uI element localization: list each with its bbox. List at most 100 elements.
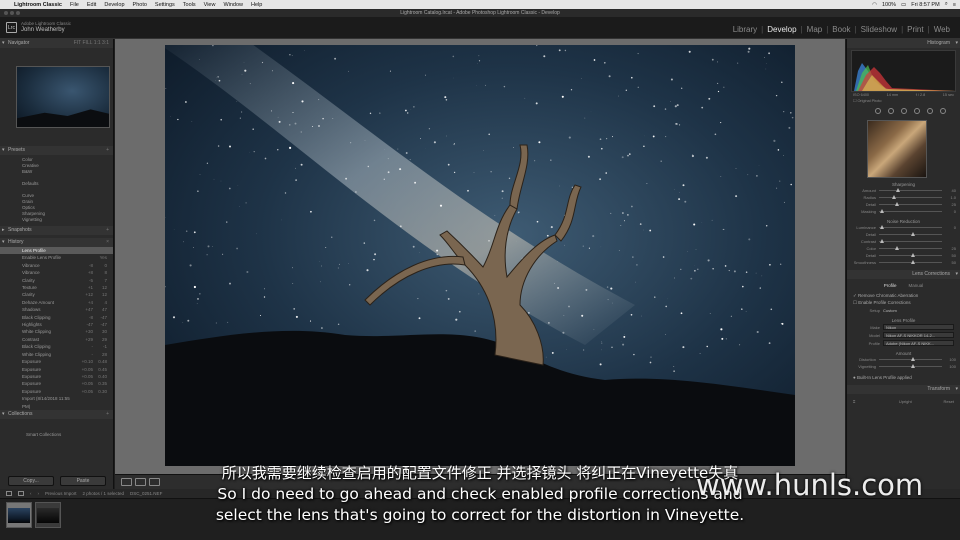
main-photo[interactable] <box>165 45 795 466</box>
tab-profile[interactable]: Profile <box>884 283 897 288</box>
forward-arrow-icon[interactable]: › <box>38 491 40 496</box>
menu-window[interactable]: Window <box>223 2 243 8</box>
slider-track[interactable] <box>879 195 942 199</box>
menu-tools[interactable]: Tools <box>183 2 196 8</box>
close-window-button[interactable] <box>4 11 8 15</box>
slider-track[interactable] <box>879 209 942 213</box>
slider-handle[interactable] <box>894 246 899 250</box>
paste-button[interactable]: Paste <box>60 476 106 486</box>
add-preset-icon[interactable]: + <box>106 146 109 155</box>
menu-photo[interactable]: Photo <box>133 2 147 8</box>
slider-track[interactable] <box>879 260 942 264</box>
slider-value[interactable]: 25 <box>942 246 956 251</box>
history-step[interactable]: Exposure +0.05 0.30 <box>0 388 113 395</box>
snapshots-header[interactable]: Snapshots + <box>0 226 113 235</box>
filmstrip-thumb-2[interactable] <box>35 502 61 528</box>
history-header[interactable]: History × <box>0 238 113 247</box>
history-step[interactable]: Contrast +29 29 <box>0 336 113 343</box>
minimize-window-button[interactable] <box>10 11 14 15</box>
module-book[interactable]: Book <box>828 25 854 34</box>
module-print[interactable]: Print <box>903 25 927 34</box>
add-snapshot-icon[interactable]: + <box>106 226 109 235</box>
module-map[interactable]: Map <box>803 25 827 34</box>
clear-history-icon[interactable]: × <box>106 238 109 247</box>
menu-help[interactable]: Help <box>251 2 262 8</box>
wifi-icon[interactable]: ◠ <box>872 2 877 8</box>
module-slideshow[interactable]: Slideshow <box>857 25 901 34</box>
history-step[interactable]: Lens Profile <box>0 247 113 255</box>
crop-tool-icon[interactable] <box>875 108 881 114</box>
slider-value[interactable]: 50 <box>942 253 956 258</box>
radial-filter-icon[interactable] <box>927 108 933 114</box>
slider-track[interactable] <box>879 364 942 368</box>
menu-view[interactable]: View <box>204 2 216 8</box>
slider-value[interactable]: 0 <box>942 209 956 214</box>
slider-value[interactable]: 1.0 <box>942 195 956 200</box>
adjustment-brush-icon[interactable] <box>940 108 946 114</box>
history-step[interactable]: White Clipping - 28 <box>0 351 113 358</box>
navigator-zoom-options[interactable]: FIT FILL 1:1 3:1 <box>74 39 109 48</box>
filmstrip-source[interactable]: Previous Import <box>45 491 77 496</box>
history-step[interactable]: Exposure +0.05 0.35 <box>0 380 113 387</box>
before-after-icon[interactable] <box>135 478 146 486</box>
navigator-preview[interactable] <box>16 66 110 128</box>
slider-handle[interactable] <box>891 195 896 199</box>
history-step[interactable]: Vibrance -8 0 <box>0 262 113 269</box>
menu-file[interactable]: File <box>70 2 79 8</box>
spot-removal-icon[interactable] <box>888 108 894 114</box>
history-step[interactable]: Black Clipping - -1 <box>0 343 113 350</box>
slider-value[interactable]: 100 <box>942 357 956 362</box>
slider-track[interactable] <box>879 357 942 361</box>
copy-button[interactable]: Copy... <box>8 476 54 486</box>
slider-track[interactable] <box>879 225 942 229</box>
battery-icon[interactable]: ▭ <box>901 2 906 8</box>
slider-track[interactable] <box>879 239 942 243</box>
red-eye-icon[interactable] <box>901 108 907 114</box>
history-step[interactable]: Clarity +12 12 <box>0 291 113 298</box>
grid-view-icon[interactable] <box>6 491 12 496</box>
module-web[interactable]: Web <box>930 25 954 34</box>
compare-icon[interactable] <box>149 478 160 486</box>
history-step[interactable]: White Clipping +30 30 <box>0 328 113 335</box>
slider-handle[interactable] <box>910 253 915 257</box>
filmstrip-thumb-1[interactable] <box>6 502 32 528</box>
setup-value[interactable]: Custom <box>883 308 897 313</box>
menu-edit[interactable]: Edit <box>87 2 96 8</box>
history-step[interactable]: Shadows +47 47 <box>0 306 113 313</box>
upright-reset[interactable]: Reset <box>944 399 954 404</box>
lens-corrections-header[interactable]: Lens Corrections <box>847 270 960 279</box>
slider-handle[interactable] <box>880 225 885 229</box>
history-step[interactable]: Vibrance +8 8 <box>0 269 113 276</box>
make-select[interactable]: Nikon <box>883 324 954 330</box>
menu-develop[interactable]: Develop <box>104 2 124 8</box>
slider-track[interactable] <box>879 232 942 236</box>
clock[interactable]: Fri 8:57 PM <box>911 2 939 8</box>
slider-handle[interactable] <box>910 232 915 236</box>
history-step[interactable]: Texture +1 12 <box>0 284 113 291</box>
history-step[interactable]: Highlights -47 -47 <box>0 321 113 328</box>
remove-ca-checkbox[interactable]: ✓ Remove Chromatic Aberration <box>847 292 960 299</box>
model-select[interactable]: Nikon AF-S NIKKOR 14-2... <box>883 332 954 338</box>
history-step[interactable]: Exposure +0.05 0.40 <box>0 373 113 380</box>
histogram-header[interactable]: Histogram <box>847 39 960 48</box>
graduated-filter-icon[interactable] <box>914 108 920 114</box>
menu-app-name[interactable]: Lightroom Classic <box>14 2 62 8</box>
navigator-header[interactable]: Navigator FIT FILL 1:1 3:1 <box>0 39 113 48</box>
presets-header[interactable]: Presets + <box>0 146 113 155</box>
transform-header[interactable]: Transform <box>847 385 960 394</box>
slider-value[interactable]: 40 <box>942 188 956 193</box>
slider-handle[interactable] <box>910 357 915 361</box>
tab-manual[interactable]: Manual <box>909 283 924 288</box>
slider-track[interactable] <box>879 253 942 257</box>
collection-item[interactable]: Smart Collections <box>26 432 113 438</box>
detail-preview[interactable] <box>867 120 927 178</box>
history-step[interactable]: Import (8/14/2018 11:55 PM) <box>0 395 113 410</box>
history-step[interactable]: Clarity -5 7 <box>0 277 113 284</box>
back-arrow-icon[interactable]: ‹ <box>30 491 32 496</box>
slider-track[interactable] <box>879 246 942 250</box>
slider-track[interactable] <box>879 202 942 206</box>
second-window-icon[interactable] <box>18 491 24 496</box>
history-step[interactable]: Dehaze Amount +4 4 <box>0 299 113 306</box>
transform-tool-icon[interactable]: ⌗ <box>853 399 867 404</box>
module-library[interactable]: Library <box>729 25 761 34</box>
